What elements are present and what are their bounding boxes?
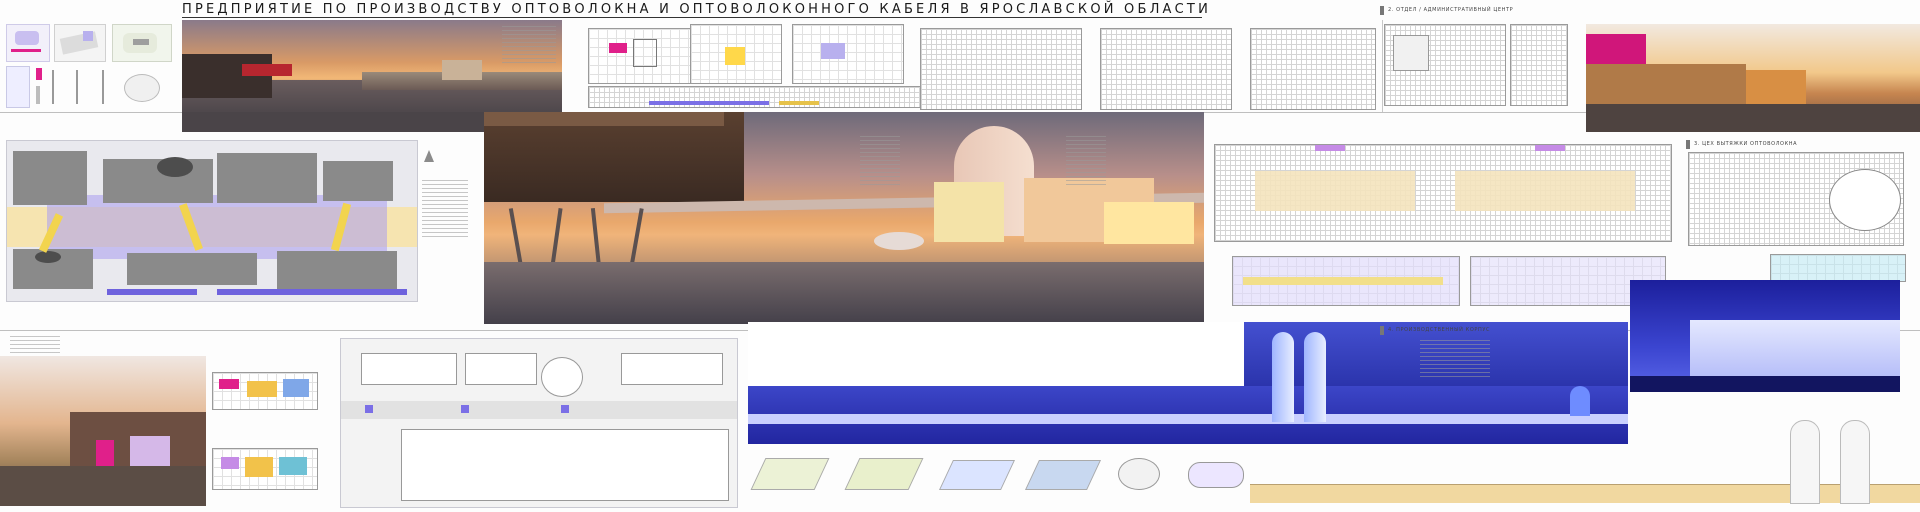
page-title: Предприятие по производству оптоволокна …: [182, 2, 1211, 17]
north-arrow-icon: [424, 150, 434, 162]
label-admin-center: 2. Отдел / административный центр: [1388, 7, 1514, 13]
title-underline: [182, 17, 1202, 18]
section-admin: [588, 86, 930, 108]
label-production: 4. Производственный корпус: [1388, 327, 1491, 333]
legend-strip: [6, 66, 166, 108]
axon-diagram-6: [1182, 452, 1248, 498]
plan-admin-floor: [1384, 24, 1506, 106]
plan-tile-2: [212, 448, 318, 490]
axon-diagram-5: [1110, 452, 1176, 498]
plan-tile-1: [212, 372, 318, 410]
section-marker-3: [1686, 140, 1690, 149]
plan-building-3: [1250, 28, 1376, 110]
axon-diagram-1: [750, 448, 830, 498]
site-diagram-small-3: [112, 24, 172, 62]
axon-diagram-3: [939, 452, 1015, 498]
site-plan-main: [6, 140, 418, 302]
plan-shop-right-small: [1770, 254, 1906, 282]
plan-admin-1: [588, 28, 706, 84]
render-bottom-left: [0, 356, 206, 506]
plan-admin-3: [792, 24, 904, 84]
plan-shop-lower-1: [1232, 256, 1460, 306]
hero-annotation-1: [860, 136, 900, 186]
render-top-right: [1586, 24, 1920, 132]
axon-diagram-4: [1025, 452, 1101, 498]
section-marker-2: [1380, 6, 1384, 15]
site-diagram-small-2: [54, 24, 106, 62]
plan-building-1: [920, 28, 1082, 110]
production-notes: [1420, 340, 1490, 380]
site-legend: [422, 180, 468, 240]
site-diagram-small-1: [6, 24, 50, 62]
plan-admin-floor-2: [1510, 24, 1568, 106]
render-night-right: [1630, 280, 1900, 392]
elevation-production: [1250, 420, 1920, 510]
section-marker-4: [1380, 326, 1384, 335]
hero-annotation-2: [1066, 136, 1106, 186]
site-plan-campus: [340, 338, 738, 508]
plan-shop-main: [1214, 144, 1672, 242]
plan-building-2: [1100, 28, 1232, 110]
plan-admin-2: [690, 24, 782, 84]
bottom-left-notes: [10, 336, 60, 354]
label-shop: 3. Цех вытяжки оптоволокна: [1694, 141, 1798, 147]
divider-col: [1382, 20, 1383, 112]
plan-shop-right: [1688, 152, 1904, 246]
axon-diagram-2: [844, 448, 924, 498]
